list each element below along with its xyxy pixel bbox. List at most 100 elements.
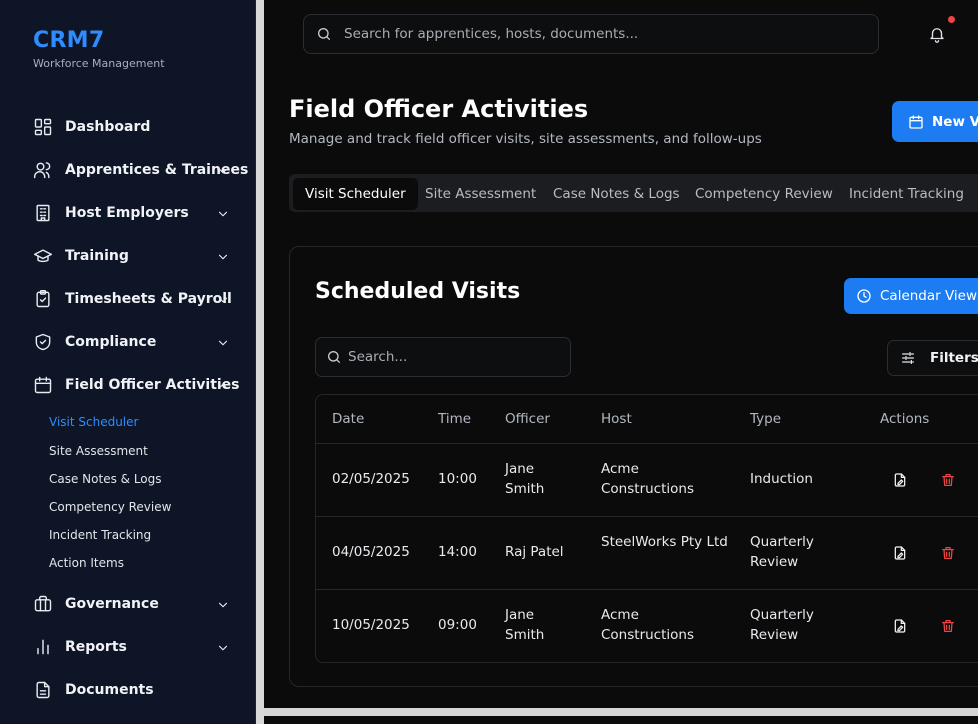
sidebar-subitem-visit-scheduler[interactable]: Visit Scheduler (49, 415, 138, 429)
page-subtitle: Manage and track field officer visits, s… (289, 131, 762, 147)
card-title: Scheduled Visits (315, 279, 521, 304)
sidebar-item-field-officer-activities[interactable]: Field Officer Activities (0, 370, 256, 400)
chevron-down-icon[interactable] (216, 335, 230, 349)
cell-time: 10:00 (438, 471, 477, 487)
sidebar-subitem-competency-review[interactable]: Competency Review (49, 500, 171, 514)
edit-document-icon[interactable] (892, 472, 908, 488)
sidebar-subitem-action-items[interactable]: Action Items (49, 556, 124, 570)
users-icon (33, 160, 53, 180)
sidebar-subitem-incident-tracking[interactable]: Incident Tracking (49, 528, 151, 542)
sidebar-item-label: Dashboard (65, 119, 151, 135)
table-search-input[interactable] (348, 338, 558, 376)
brand: CRM7 Workforce Management (33, 28, 165, 70)
edit-document-icon[interactable] (892, 545, 908, 561)
filters-label: Filters (930, 350, 978, 366)
trash-icon[interactable] (940, 618, 956, 634)
scheduled-visits-card: Scheduled Visits Calendar View Filters D… (289, 246, 978, 687)
column-header-officer[interactable]: Officer (505, 395, 550, 443)
briefcase-icon (33, 594, 53, 614)
trash-icon[interactable] (940, 472, 956, 488)
trash-icon[interactable] (940, 545, 956, 561)
global-search-input[interactable] (344, 15, 864, 53)
global-search (303, 14, 879, 54)
sidebar-item-label: Timesheets & Payroll (65, 291, 232, 307)
bar-chart-icon (33, 637, 53, 657)
column-header-type[interactable]: Type (750, 395, 781, 443)
sidebar-item-compliance[interactable]: Compliance (0, 327, 256, 357)
sidebar-item-label: Documents (65, 682, 154, 698)
sidebar-item-dashboard[interactable]: Dashboard (0, 112, 256, 142)
tab-visit-scheduler[interactable]: Visit Scheduler (293, 178, 418, 210)
sidebar-item-label: Training (65, 248, 129, 264)
page-title: Field Officer Activities (289, 95, 589, 123)
column-header-time[interactable]: Time (438, 395, 471, 443)
cell-date: 10/05/2025 (332, 617, 410, 633)
cell-date: 02/05/2025 (332, 471, 410, 487)
calendar-view-button[interactable]: Calendar View (844, 278, 978, 314)
tab-case-notes[interactable]: Case Notes & Logs (553, 178, 680, 210)
brand-title[interactable]: CRM7 (33, 28, 165, 53)
cell-type: Quarterly Review (750, 607, 814, 643)
filters-button[interactable]: Filters (887, 340, 978, 376)
chevron-down-icon[interactable] (216, 640, 230, 654)
calendar-icon (909, 114, 923, 129)
search-icon (316, 26, 332, 42)
table-row[interactable]: 04/05/2025 14:00 Raj Patel SteelWorks Pt… (316, 516, 978, 589)
sidebar-item-apprentices[interactable]: Apprentices & Trainees (0, 155, 256, 185)
tab-competency-review[interactable]: Competency Review (695, 178, 833, 210)
table-row[interactable]: 10/05/2025 09:00 Jane Smith Acme Constru… (316, 589, 978, 662)
chevron-down-icon[interactable] (216, 163, 230, 177)
sidebar-scrollbar[interactable] (256, 0, 264, 724)
brand-subtitle: Workforce Management (33, 57, 165, 70)
cell-officer: Jane Smith (505, 461, 545, 497)
chevron-down-icon[interactable] (216, 292, 230, 306)
tab-site-assessment[interactable]: Site Assessment (425, 178, 536, 210)
column-header-host[interactable]: Host (601, 395, 632, 443)
sidebar-subitem-case-notes[interactable]: Case Notes & Logs (49, 472, 162, 486)
sidebar-item-training[interactable]: Training (0, 241, 256, 271)
bell-icon[interactable] (928, 25, 946, 43)
tab-incident-tracking[interactable]: Incident Tracking (849, 178, 964, 210)
chevron-down-icon[interactable] (216, 206, 230, 220)
clock-icon (857, 289, 871, 303)
file-text-icon (33, 680, 53, 700)
cell-type: Quarterly Review (750, 534, 814, 570)
calendar-icon (33, 375, 53, 395)
shield-check-icon (33, 332, 53, 352)
cell-date: 04/05/2025 (332, 544, 410, 560)
cell-type: Induction (750, 471, 813, 487)
column-header-date[interactable]: Date (332, 395, 364, 443)
sidebar-item-label: Governance (65, 596, 159, 612)
sidebar: CRM7 Workforce Management Dashboard Appr… (0, 0, 256, 724)
new-visit-label: New Vi (932, 113, 978, 130)
sidebar-item-label: Host Employers (65, 205, 189, 221)
grid-icon (33, 117, 53, 137)
sidebar-item-governance[interactable]: Governance (0, 589, 256, 619)
edit-document-icon[interactable] (892, 618, 908, 634)
cell-time: 09:00 (438, 617, 477, 633)
sliders-icon (902, 352, 914, 364)
sidebar-item-label: Compliance (65, 334, 157, 350)
sidebar-item-timesheets[interactable]: Timesheets & Payroll (0, 284, 256, 314)
cell-host: SteelWorks Pty Ltd (601, 534, 728, 550)
column-header-actions: Actions (880, 411, 930, 427)
calendar-view-label: Calendar View (880, 288, 978, 304)
horizontal-scrollbar[interactable] (264, 708, 978, 716)
new-visit-button[interactable]: New Vi (892, 101, 978, 142)
chevron-up-icon[interactable] (216, 378, 230, 392)
graduation-cap-icon (33, 246, 53, 266)
cell-time: 14:00 (438, 544, 477, 560)
cell-host: Acme Constructions (601, 461, 694, 497)
cell-officer: Raj Patel (505, 544, 564, 560)
table-row[interactable]: 02/05/2025 10:00 Jane Smith Acme Constru… (316, 443, 978, 516)
chevron-down-icon[interactable] (216, 249, 230, 263)
search-icon (326, 349, 342, 365)
sidebar-item-label: Reports (65, 639, 127, 655)
sidebar-item-host-employers[interactable]: Host Employers (0, 198, 256, 228)
table-search (315, 337, 571, 377)
clipboard-check-icon (33, 289, 53, 309)
sidebar-item-documents[interactable]: Documents (0, 675, 256, 705)
sidebar-item-reports[interactable]: Reports (0, 632, 256, 662)
chevron-down-icon[interactable] (216, 597, 230, 611)
sidebar-subitem-site-assessment[interactable]: Site Assessment (49, 444, 148, 458)
